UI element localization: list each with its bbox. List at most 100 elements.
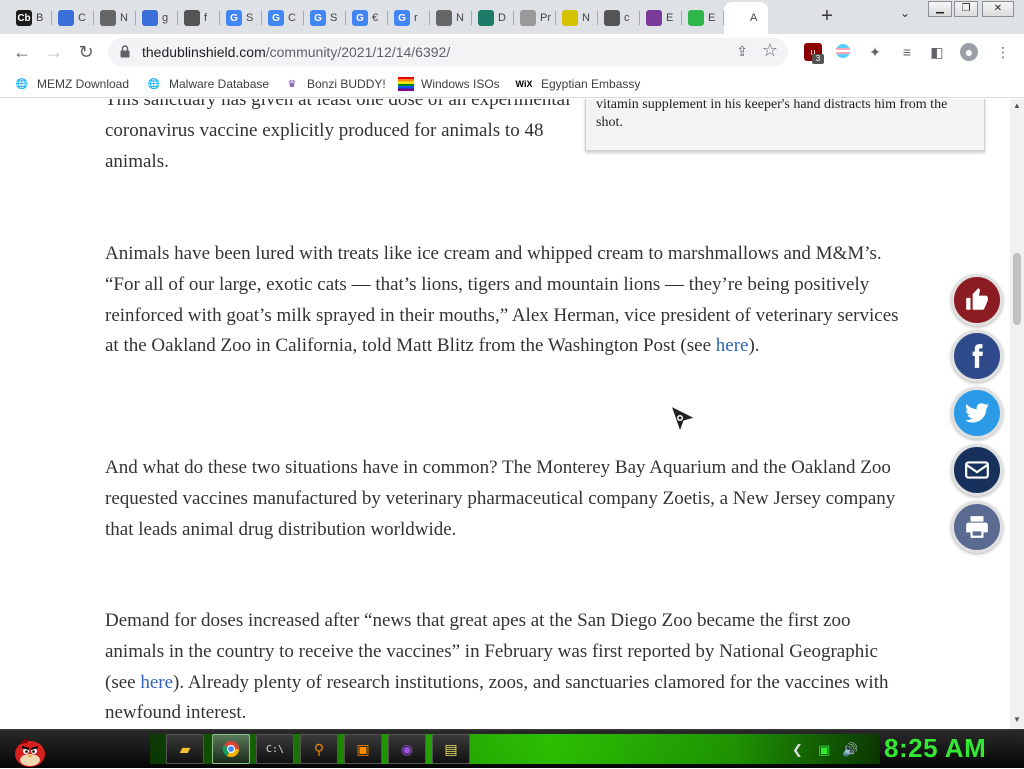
email-icon [965,461,989,479]
browser-tab-12[interactable]: Pr [514,4,556,32]
browser-tab-9[interactable]: Gr [388,4,430,32]
tab-label: C [288,12,296,24]
bookmark-malware-database[interactable]: 🌐 Malware Database [146,76,269,92]
email-share-button[interactable] [951,444,1003,496]
scroll-thumb[interactable] [1013,253,1021,325]
paragraph-text: Animals have been lured with treats like… [105,243,899,357]
browser-tab-6[interactable]: GC [262,4,304,32]
bonzi-icon: ♛ [287,78,297,90]
browser-tab-2[interactable]: N [94,4,136,32]
browser-tab-14[interactable]: c [598,4,640,32]
search-icon: ⚲ [313,740,325,757]
tray-chevron-icon[interactable]: ❮ [792,742,803,758]
bookmark-windows-isos[interactable]: Windows ISOs [398,76,500,92]
like-button[interactable] [951,274,1003,326]
browser-tab-15[interactable]: E [640,4,682,32]
tab-search-chevron-icon[interactable]: ⌄ [896,6,914,26]
browser-tab-16[interactable]: E [682,4,724,32]
profile-avatar[interactable]: ● [960,43,978,61]
tab-label: S [246,12,254,24]
taskbar-tor-browser[interactable]: ◉ [388,734,426,764]
here-link-national-geographic[interactable]: here [140,672,173,693]
wix-icon: WiX [515,79,533,89]
tab-label: € [372,12,379,24]
browser-tab-7[interactable]: GS [304,4,346,32]
trans-flag-icon [836,44,850,58]
browser-tab-11[interactable]: D [472,4,514,32]
browser-tab-10[interactable]: N [430,4,472,32]
tab-favicon-icon: Cb [16,10,32,26]
browser-toolbar: ← → ↻ thedublinshield.com/community/2021… [0,34,1024,70]
tab-label: A [750,12,758,24]
browser-tab-3[interactable]: g [136,4,178,32]
printer-icon [966,516,988,538]
browser-tab-13[interactable]: N [556,4,598,32]
scroll-down-arrow-icon[interactable]: ▼ [1012,715,1022,724]
here-link-washington-post[interactable]: here [716,335,749,356]
app-icon: ▣ [356,740,370,757]
reload-button[interactable]: ↻ [74,41,98,65]
print-button[interactable] [951,501,1003,553]
address-bar[interactable]: thedublinshield.com/community/2021/12/14… [108,38,788,66]
facebook-share-button[interactable] [951,330,1003,382]
taskbar-clock[interactable]: 8:25 AM [884,733,986,764]
extension-badge: 3 [812,54,824,64]
network-tray-icon[interactable]: ▣ [818,742,830,758]
tab-label: g [162,12,169,24]
image-caption-box: vitamin supplement in his keeper's hand … [585,99,985,151]
new-tab-button[interactable]: + [816,5,838,27]
angry-bird-start-button[interactable] [8,730,48,769]
browser-tab-8[interactable]: G € [346,4,388,32]
flag-extension-icon[interactable] [834,43,852,61]
bookmark-bonzi-buddy[interactable]: ♛ Bonzi BUDDY! [284,76,386,92]
back-button[interactable]: ← [10,41,34,65]
browser-tab-5[interactable]: GS [220,4,262,32]
tab-label: D [498,12,506,24]
twitter-share-button[interactable] [951,387,1003,439]
tab-favicon-icon [520,10,536,26]
scroll-up-arrow-icon[interactable]: ▲ [1012,101,1022,110]
tab-favicon-icon [730,10,746,26]
taskbar-search[interactable]: ⚲ [300,734,338,764]
restore-button[interactable]: ❐ [954,1,978,17]
browser-tab-0[interactable]: Cb B [10,4,52,32]
bookmark-memz[interactable]: 🌐 MEMZ Download [14,76,129,92]
page-scrollbar[interactable]: ▲ ▼ [1010,99,1024,729]
tab-label: E [666,12,674,24]
article-paragraph-2: Animals have been lured with treats like… [105,239,905,362]
folder-icon: ▰ [179,740,191,757]
paragraph-text: ). Already plenty of research institutio… [105,671,889,724]
url-text: thedublinshield.com/community/2021/12/14… [142,44,450,60]
taskbar: ▰ C:\ ⚲ ▣ ◉ ▤ ❮ ▣ 🔊 8:25 AM [0,729,1024,768]
forward-button[interactable]: → [42,41,66,65]
taskbar-file-explorer[interactable]: ▰ [166,734,204,764]
paragraph-text: ). [748,335,760,357]
close-tab-icon[interactable]: ✕ [767,10,768,26]
share-page-icon[interactable]: ⇪ [736,43,748,60]
tab-favicon-icon [478,10,494,26]
article-paragraph-1: This sanctuary has given at least one do… [105,99,571,172]
taskbar-command-prompt[interactable]: C:\ [256,734,294,764]
tab-label: S [330,12,338,24]
menu-kebab-icon[interactable]: ⋮ [994,43,1012,61]
bookmark-egyptian-embassy[interactable]: WiX Egyptian Embassy [514,76,641,92]
close-window-button[interactable]: ✕ [982,1,1014,17]
media-queue-icon[interactable]: ≡ [898,43,916,61]
tab-strip: CbBCNgfGSGCGSG€GrNDPrNcEEA✕ + ⌄ ▁ ❐ ✕ [0,0,1024,34]
article-paragraph-4: Demand for doses increased after “news t… [105,606,905,729]
browser-tab-17[interactable]: A✕ [724,2,768,34]
minimize-button[interactable]: ▁ [928,1,952,17]
taskbar-notepad[interactable]: ▤ [432,734,470,764]
tab-favicon-icon [688,10,704,26]
browser-tab-4[interactable]: f [178,4,220,32]
tab-favicon-icon: G [268,10,284,26]
tab-favicon-icon: G [352,10,368,26]
side-panel-icon[interactable]: ◧ [928,43,946,61]
bookmark-star-icon[interactable]: ☆ [762,40,778,61]
volume-tray-icon[interactable]: 🔊 [842,742,858,758]
page-content: vitamin supplement in his keeper's hand … [0,99,1010,729]
browser-tab-1[interactable]: C [52,4,94,32]
extensions-puzzle-icon[interactable]: ✦ [866,43,884,61]
taskbar-chrome[interactable] [212,734,250,764]
taskbar-app-orange[interactable]: ▣ [344,734,382,764]
